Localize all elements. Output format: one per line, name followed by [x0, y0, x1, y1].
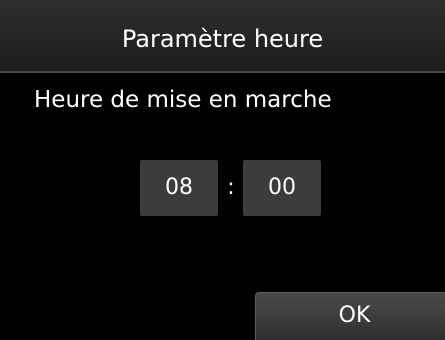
printer-screen: Paramètre heure Heure de mise en marche … [0, 0, 445, 340]
title-bar: Paramètre heure [0, 0, 445, 73]
setting-label: Heure de mise en marche [34, 87, 332, 113]
time-separator: : [227, 175, 235, 200]
page-title: Paramètre heure [121, 25, 324, 53]
hour-field[interactable]: 08 [140, 160, 218, 216]
minute-field[interactable]: 00 [243, 160, 321, 216]
ok-button[interactable]: OK [255, 292, 445, 340]
